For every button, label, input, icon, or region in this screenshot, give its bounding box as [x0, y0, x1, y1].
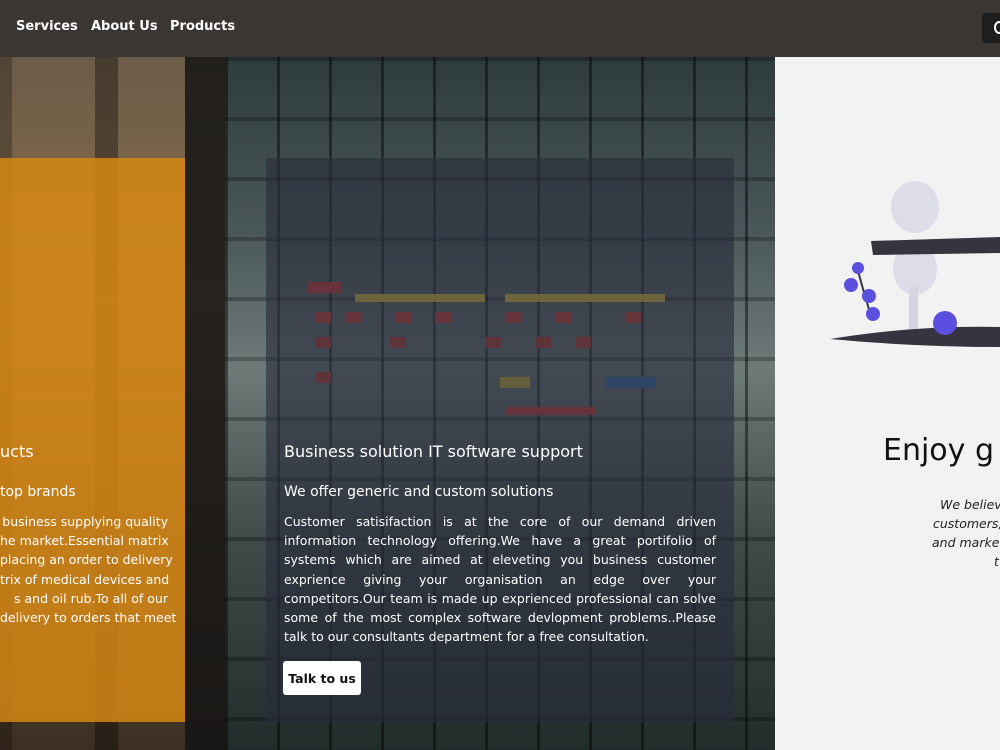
right-card-line: and marke [932, 535, 1000, 550]
middle-card-subtitle: We offer generic and custom solutions [284, 484, 554, 500]
right-card-line: t [994, 554, 999, 569]
tree-crown [891, 181, 939, 233]
plant-illustration [830, 181, 1000, 347]
nav-action-button[interactable] [982, 13, 1000, 43]
right-card-line: customers, [933, 516, 1000, 531]
shelf-top [871, 237, 1000, 255]
left-card-body: business supplying quality he market.Ess… [0, 512, 177, 627]
plant-pot [933, 311, 957, 335]
right-card-line: We believe [940, 497, 1000, 512]
nav-about-us-link[interactable]: About Us [91, 19, 158, 34]
plant-leaf [852, 262, 864, 274]
middle-card-title: Business solution IT software support [284, 442, 583, 461]
slide-middle: Business solution IT software support We… [225, 57, 775, 750]
left-card-line: trix of medical devices and [0, 571, 170, 587]
nav-services-link[interactable]: Services [16, 19, 78, 34]
middle-slide-card: Business solution IT software support We… [266, 158, 734, 722]
slide-left: ucts top brands business supplying quali… [0, 57, 225, 750]
left-card-line: placing an order to delivery [0, 552, 173, 568]
left-card-line: delivery to orders that meet [0, 610, 177, 626]
left-card-line: he market.Essential matrix [0, 533, 169, 549]
left-card-line: business supplying quality [2, 514, 168, 529]
left-slide-card: ucts top brands business supplying quali… [0, 158, 185, 722]
slide-right: Enjoy g We believe customers, and marke … [775, 57, 1000, 750]
nav-products-link[interactable]: Products [170, 19, 235, 34]
talk-to-us-button[interactable]: Talk to us [283, 661, 361, 695]
left-card-title: ucts [0, 442, 34, 461]
tree-trunk [909, 287, 918, 329]
plant-leaf [862, 289, 876, 303]
plant-leaf [866, 307, 880, 321]
left-card-line: s and oil rub.To all of our [14, 590, 168, 606]
middle-card-body: Customer satisifaction is at the core of… [284, 514, 716, 645]
shelf-bottom [830, 326, 1000, 347]
top-nav: Services About Us Products [0, 0, 1000, 57]
plant-leaf [844, 278, 858, 292]
user-icon [994, 21, 1000, 34]
right-card-title: Enjoy g [883, 433, 994, 468]
left-card-subtitle: top brands [0, 484, 76, 500]
